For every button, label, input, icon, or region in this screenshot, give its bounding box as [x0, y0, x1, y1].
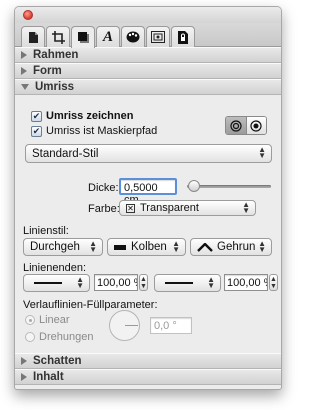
select-arrows-icon: ▲ ▼: [172, 239, 180, 254]
select-arrows-icon: ▲ ▼: [258, 239, 266, 254]
gradient-label: Verlauflinien-Füllparameter:: [23, 299, 158, 311]
end-scale-input[interactable]: 100,00 %: [224, 274, 268, 291]
document-icon: [28, 31, 38, 43]
inspector-window: A Rahmen Form Umriss ✔ Umriss zeichnen ✔…: [14, 6, 282, 390]
outline-outside-button[interactable]: [226, 117, 247, 134]
disclosure-right-icon: [21, 51, 27, 59]
thickness-label: Dicke:: [88, 182, 119, 194]
end-arrow-select[interactable]: ▲ ▼: [154, 274, 221, 292]
disclosure-down-icon: [21, 84, 29, 90]
join-select[interactable]: Gehrun ▲ ▼: [190, 238, 272, 256]
thickness-input[interactable]: 0,5000 cm: [119, 178, 177, 206]
draw-outline-row[interactable]: ✔ Umriss zeichnen: [31, 110, 133, 122]
tab-frame[interactable]: [46, 26, 70, 47]
select-arrows-icon: ▲ ▼: [258, 145, 266, 160]
outline-position-toggle: [225, 116, 267, 135]
outline-inside-icon: [250, 119, 262, 132]
tab-lock[interactable]: [171, 26, 195, 47]
thickness-slider[interactable]: [187, 180, 271, 192]
line-end-none-icon: [165, 282, 193, 284]
radio-rotations-button[interactable]: [25, 332, 35, 342]
umriss-panel: ✔ Umriss zeichnen ✔ Umriss ist Maskierpf…: [15, 96, 281, 348]
shadow-square-icon: [77, 32, 89, 43]
outline-inside-button[interactable]: [246, 117, 266, 134]
angle-dial[interactable]: [109, 310, 140, 341]
bottom-sections: Schatten Inhalt: [15, 353, 281, 385]
miter-join-icon: [197, 242, 213, 252]
line-ends-label: Linienenden:: [23, 262, 87, 274]
title-bar: [15, 7, 281, 23]
mask-path-checkbox[interactable]: ✔: [31, 125, 42, 137]
start-scale-stepper[interactable]: ▲ ▼: [139, 274, 148, 291]
select-arrows-icon: ▲ ▼: [207, 275, 215, 290]
close-button[interactable]: [23, 10, 33, 20]
style-select[interactable]: Standard-Stil ▲ ▼: [25, 144, 272, 163]
tab-document[interactable]: [21, 26, 45, 47]
start-scale-input[interactable]: 100,00 %: [94, 274, 138, 291]
crop-frame-icon: [51, 30, 65, 44]
select-arrows-icon: ▲ ▼: [89, 239, 97, 254]
lock-document-icon: [178, 30, 188, 44]
start-arrow-select[interactable]: ▲ ▼: [23, 274, 90, 292]
section-rahmen[interactable]: Rahmen: [15, 47, 281, 63]
section-form[interactable]: Form: [15, 63, 281, 79]
tab-text[interactable]: A: [96, 26, 120, 47]
angle-dial-needle: [125, 325, 138, 326]
disclosure-right-icon: [21, 67, 27, 75]
disclosure-right-icon: [21, 373, 27, 381]
section-schatten[interactable]: Schatten: [15, 353, 281, 369]
inspector-tabs: A: [15, 23, 281, 48]
color-label: Farbe:: [88, 203, 120, 215]
font-a-icon: A: [102, 28, 113, 45]
section-umriss[interactable]: Umriss: [15, 79, 281, 95]
palette-icon: [126, 31, 140, 43]
disclosure-right-icon: [21, 357, 27, 365]
cap-butt-icon: [114, 244, 126, 250]
mask-path-row[interactable]: ✔ Umriss ist Maskierpfad: [31, 125, 157, 137]
end-scale-stepper[interactable]: ▲ ▼: [269, 274, 278, 291]
tab-color[interactable]: [121, 26, 145, 47]
select-arrows-icon: ▲ ▼: [76, 275, 84, 290]
slider-knob[interactable]: [187, 180, 200, 192]
select-arrows-icon: ▲ ▼: [242, 200, 250, 215]
outline-outside-icon: [230, 119, 242, 132]
radio-linear-button[interactable]: [25, 315, 35, 325]
radio-linear[interactable]: Linear: [25, 314, 70, 326]
cap-select[interactable]: Kolben ▲ ▼: [107, 238, 186, 256]
radio-rotations[interactable]: Drehungen: [25, 331, 93, 343]
line-style-label: Linienstil:: [23, 225, 69, 237]
line-end-none-icon: [34, 282, 62, 284]
tab-graphic[interactable]: [71, 26, 95, 48]
angle-input[interactable]: 0,0 °: [150, 317, 192, 334]
dash-select[interactable]: Durchgeh ▲ ▼: [23, 238, 103, 256]
tab-image[interactable]: [146, 26, 170, 47]
draw-outline-checkbox[interactable]: ✔: [31, 110, 42, 122]
image-frame-icon: [151, 31, 165, 43]
transparent-swatch-icon: ✕: [126, 203, 135, 213]
section-inhalt[interactable]: Inhalt: [15, 369, 281, 385]
color-select[interactable]: ✕ Transparent ▲ ▼: [119, 200, 256, 216]
